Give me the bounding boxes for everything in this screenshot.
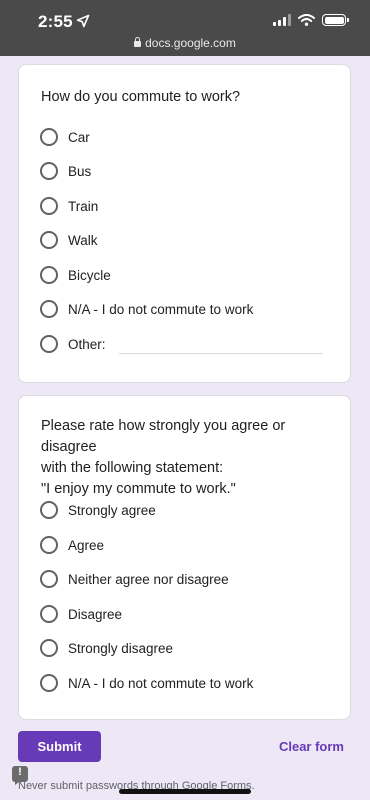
radio-button[interactable] xyxy=(40,128,58,146)
wifi-icon xyxy=(298,14,315,26)
radio-button[interactable] xyxy=(40,335,58,353)
location-arrow-icon xyxy=(76,14,90,28)
radio-button[interactable] xyxy=(40,570,58,588)
cellular-signal-icon xyxy=(273,14,291,26)
clock: 2:55 xyxy=(38,12,73,31)
option-label: Agree xyxy=(68,537,105,553)
option-bicycle[interactable]: Bicycle xyxy=(40,264,111,286)
option-car[interactable]: Car xyxy=(40,126,90,148)
question-title-line: with the following statement: xyxy=(41,460,224,476)
home-indicator[interactable] xyxy=(119,789,251,794)
submit-button[interactable]: Submit xyxy=(18,731,101,762)
option-agree[interactable]: Agree xyxy=(40,534,104,556)
other-text-input[interactable] xyxy=(119,335,323,353)
option-strongly-agree[interactable]: Strongly agree xyxy=(40,499,156,521)
status-bar: 2:55 docs.google.com xyxy=(0,0,370,56)
option-label: Bicycle xyxy=(68,267,111,283)
option-label: Bus xyxy=(68,163,92,179)
option-label: Disagree xyxy=(68,606,123,622)
status-icons xyxy=(273,14,349,26)
clear-form-button[interactable]: Clear form xyxy=(279,739,344,754)
url-bar[interactable]: docs.google.com xyxy=(0,36,370,50)
battery-icon xyxy=(322,14,349,26)
radio-button[interactable] xyxy=(40,162,58,180)
option-label: N/A - I do not commute to work xyxy=(68,301,254,317)
radio-button[interactable] xyxy=(40,300,58,318)
option-label: Other: xyxy=(68,336,106,352)
option-label: Neither agree nor disagree xyxy=(68,571,229,587)
question-title-line: Please rate how strongly you agree or di… xyxy=(41,418,286,455)
option-label: Strongly agree xyxy=(68,502,156,518)
option-label: Car xyxy=(68,129,90,145)
option-other[interactable]: Other: xyxy=(40,333,106,355)
radio-button[interactable] xyxy=(40,674,58,692)
radio-button[interactable] xyxy=(40,536,58,554)
question-card-commute: How do you commute to work? Car Bus Trai… xyxy=(18,64,351,383)
other-input-underline xyxy=(119,353,323,354)
radio-button[interactable] xyxy=(40,197,58,215)
question-statement: "I enjoy my commute to work." xyxy=(41,481,236,497)
option-label: Train xyxy=(68,198,99,214)
option-na[interactable]: N/A - I do not commute to work xyxy=(40,672,253,694)
lock-icon xyxy=(134,37,142,47)
url-text: docs.google.com xyxy=(145,36,236,50)
option-label: Walk xyxy=(68,232,98,248)
radio-button[interactable] xyxy=(40,231,58,249)
option-strongly-disagree[interactable]: Strongly disagree xyxy=(40,637,173,659)
option-label: Strongly disagree xyxy=(68,640,174,656)
option-walk[interactable]: Walk xyxy=(40,229,98,251)
radio-button[interactable] xyxy=(40,266,58,284)
option-neither[interactable]: Neither agree nor disagree xyxy=(40,568,229,590)
option-na[interactable]: N/A - I do not commute to work xyxy=(40,298,253,320)
question-title: Please rate how strongly you agree or di… xyxy=(41,416,330,500)
radio-button[interactable] xyxy=(40,501,58,519)
question-title: How do you commute to work? xyxy=(41,89,241,105)
option-bus[interactable]: Bus xyxy=(40,160,91,182)
question-card-rating: Please rate how strongly you agree or di… xyxy=(18,395,351,720)
radio-button[interactable] xyxy=(40,605,58,623)
radio-button[interactable] xyxy=(40,639,58,657)
option-train[interactable]: Train xyxy=(40,195,98,217)
option-label: N/A - I do not commute to work xyxy=(68,675,254,691)
option-disagree[interactable]: Disagree xyxy=(40,603,122,625)
